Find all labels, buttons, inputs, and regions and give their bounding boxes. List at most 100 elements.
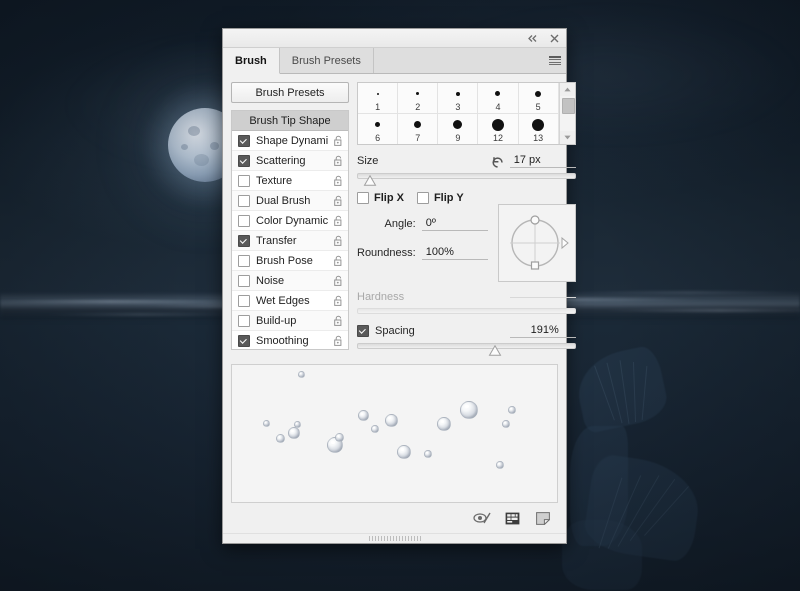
brush-option-checkbox[interactable] — [238, 295, 250, 307]
brush-tip-thumbnail — [453, 116, 462, 133]
brush-tip-cell[interactable]: 5 — [519, 83, 559, 114]
brush-tip-cell[interactable]: 9 — [438, 114, 478, 144]
size-slider-handle[interactable] — [364, 175, 377, 186]
spacing-value[interactable]: 191% — [510, 324, 576, 338]
brush-tip-cell[interactable]: 2 — [398, 83, 438, 114]
flip-y-checkbox[interactable] — [417, 192, 429, 204]
unlock-icon — [334, 195, 343, 206]
scrollbar-thumb[interactable] — [562, 98, 575, 114]
brush-tip-shape-item[interactable]: Brush Tip Shape — [232, 111, 348, 131]
brush-tip-cell[interactable]: 3 — [438, 83, 478, 114]
brush-option-row[interactable]: Brush Pose — [232, 251, 348, 271]
new-brush-icon[interactable] — [533, 510, 552, 527]
flip-y-label: Flip Y — [434, 192, 464, 204]
unlock-icon — [334, 155, 343, 166]
brush-option-row[interactable]: Dual Brush — [232, 191, 348, 211]
panel-menu-button[interactable] — [544, 48, 566, 73]
brush-option-checkbox[interactable] — [238, 335, 250, 347]
roundness-value[interactable]: 100% — [422, 246, 488, 260]
size-row: Size 17 px — [357, 154, 576, 168]
brush-option-checkbox[interactable] — [238, 235, 250, 247]
brush-option-checkbox[interactable] — [238, 215, 250, 227]
brush-tip-cells[interactable]: 1234567912131618192428 — [358, 83, 559, 144]
size-value[interactable]: 17 px — [510, 154, 576, 168]
brush-option-label: Texture — [256, 175, 328, 187]
preview-bubble — [424, 450, 432, 458]
preview-bubble — [496, 461, 504, 469]
spacing-slider-track[interactable] — [357, 343, 576, 349]
brush-presets-button[interactable]: Brush Presets — [231, 82, 349, 103]
brush-option-row[interactable]: Color Dynamics — [232, 211, 348, 231]
unlock-icon — [334, 175, 343, 186]
brush-option-row[interactable]: Shape Dynamics — [232, 131, 348, 151]
brush-option-row[interactable]: Texture — [232, 171, 348, 191]
brush-tip-thumbnail — [492, 116, 504, 133]
scroll-up-icon[interactable] — [560, 83, 575, 96]
brush-tip-cell[interactable]: 12 — [478, 114, 518, 144]
spacing-slider[interactable] — [357, 341, 576, 350]
brush-tip-cell[interactable]: 7 — [398, 114, 438, 144]
brush-tip-cell[interactable]: 1 — [358, 83, 398, 114]
brush-option-row[interactable]: Wet Edges — [232, 291, 348, 311]
options-column: Brush Presets Brush Tip Shape Shape Dyna… — [231, 82, 349, 350]
size-label: Size — [357, 155, 378, 167]
preset-manager-icon[interactable] — [503, 510, 522, 527]
brush-tip-thumbnail — [377, 85, 379, 102]
brush-panel: Brush Brush Presets Brush Presets Brush … — [222, 28, 567, 544]
unlock-icon — [334, 335, 343, 346]
brush-option-checkbox[interactable] — [238, 135, 250, 147]
brush-option-row[interactable]: Smoothing — [232, 331, 348, 350]
preview-bubble — [294, 421, 301, 428]
brush-option-checkbox[interactable] — [238, 275, 250, 287]
brush-tip-size: 4 — [495, 102, 500, 112]
size-slider-track[interactable] — [357, 173, 576, 179]
brush-option-label: Scattering — [256, 155, 328, 167]
flip-y-option[interactable]: Flip Y — [417, 192, 464, 204]
unlock-icon — [334, 275, 343, 286]
flip-x-checkbox[interactable] — [357, 192, 369, 204]
brush-option-row[interactable]: Transfer — [232, 231, 348, 251]
brush-option-checkbox[interactable] — [238, 255, 250, 267]
panel-tabs: Brush Brush Presets — [223, 48, 566, 74]
brush-option-checkbox[interactable] — [238, 195, 250, 207]
brush-option-label: Dual Brush — [256, 195, 328, 207]
reset-arrow-icon[interactable] — [491, 155, 505, 168]
toggle-live-tip-preview-icon[interactable] — [473, 510, 492, 527]
spacing-slider-handle[interactable] — [488, 345, 501, 356]
tab-brush[interactable]: Brush — [223, 48, 280, 74]
preview-bubble — [437, 417, 451, 431]
brush-option-checkbox[interactable] — [238, 155, 250, 167]
brush-option-checkbox[interactable] — [238, 315, 250, 327]
preview-bubble — [288, 427, 300, 439]
spacing-row: Spacing 191% — [357, 324, 576, 338]
panel-resize-grip[interactable] — [223, 533, 566, 543]
flip-row: Flip X Flip Y — [357, 192, 576, 204]
unlock-icon — [334, 235, 343, 246]
hardness-value — [510, 296, 576, 298]
preview-bubble — [276, 434, 285, 443]
brush-option-row[interactable]: Scattering — [232, 151, 348, 171]
brush-tip-cell[interactable]: 4 — [478, 83, 518, 114]
angle-value[interactable]: 0º — [422, 217, 488, 231]
panel-titlebar — [223, 29, 566, 48]
brush-option-label: Brush Pose — [256, 255, 328, 267]
spacing-checkbox[interactable] — [357, 325, 369, 337]
brush-option-row[interactable]: Noise — [232, 271, 348, 291]
brush-grid-scrollbar[interactable] — [559, 83, 575, 144]
brush-tip-cell[interactable]: 6 — [358, 114, 398, 144]
close-icon[interactable] — [547, 32, 561, 44]
flip-x-option[interactable]: Flip X — [357, 192, 404, 204]
size-slider[interactable] — [357, 171, 576, 180]
scrollbar-track[interactable] — [560, 96, 575, 131]
tab-brush-presets[interactable]: Brush Presets — [280, 48, 374, 73]
angle-dial-control[interactable] — [498, 204, 576, 282]
angle-dial-icon — [505, 211, 569, 275]
preview-bubble — [460, 401, 478, 419]
panel-body: Brush Presets Brush Tip Shape Shape Dyna… — [223, 74, 566, 533]
brush-tip-cell[interactable]: 13 — [519, 114, 559, 144]
brush-option-checkbox[interactable] — [238, 175, 250, 187]
brush-tip-thumbnail — [414, 116, 421, 133]
brush-option-row[interactable]: Build-up — [232, 311, 348, 331]
collapse-panel-icon[interactable] — [525, 32, 539, 44]
scroll-down-icon[interactable] — [560, 131, 575, 144]
